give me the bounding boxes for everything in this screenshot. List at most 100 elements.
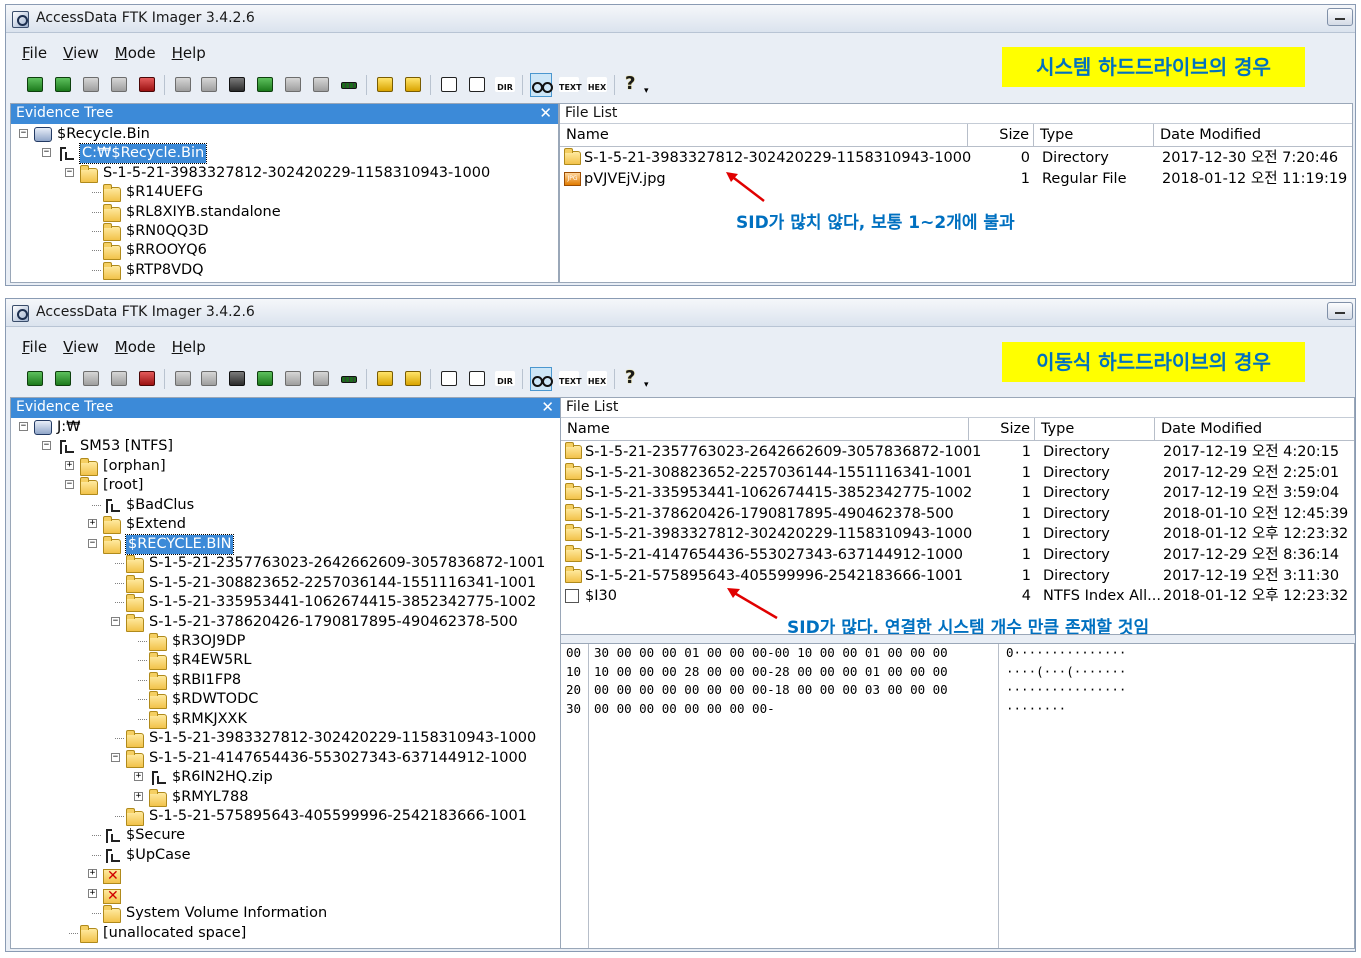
column-type[interactable]: Type: [1035, 418, 1155, 441]
expand-icon[interactable]: +: [88, 888, 97, 898]
add-evidence-icon[interactable]: [24, 367, 46, 391]
close-icon[interactable]: ✕: [541, 398, 554, 417]
auto-view-icon[interactable]: [530, 73, 553, 97]
tree-node[interactable]: S-1-5-21-575895643-405599996-2542183666-…: [11, 807, 560, 826]
tree-node[interactable]: S-1-5-21-3983327812-302420229-1158310943…: [11, 729, 560, 749]
menu-help[interactable]: Help: [164, 43, 214, 65]
column-name[interactable]: Name: [560, 124, 968, 147]
tree-node[interactable]: $RBI1FP8: [11, 671, 560, 690]
tree-node[interactable]: $R3OJ9DP: [11, 632, 560, 651]
chevron-down-icon[interactable]: ▾: [644, 381, 652, 390]
tree-node[interactable]: $R4EW5RL: [11, 651, 560, 671]
tree-node-label[interactable]: $RDWTODC: [172, 690, 258, 709]
directory-icon[interactable]: DIR: [494, 367, 516, 391]
hex-viewer-panel[interactable]: 00 10 20 30 30 00 00 00 01 00 00 00-00 10 0…: [560, 643, 1355, 949]
tree-node-label[interactable]: $R3OJ9DP: [172, 632, 245, 651]
menu-mode[interactable]: Mode: [107, 337, 164, 359]
detect-encryption-icon[interactable]: [402, 367, 424, 391]
file-list-row[interactable]: S-1-5-21-575895643-405599996-2542183666-…: [561, 565, 1354, 587]
file-list-row[interactable]: S-1-5-21-2357763023-2642662609-305783687…: [561, 442, 1354, 463]
unmount-icon[interactable]: [108, 367, 130, 391]
file-list-row[interactable]: JPG pVJVEjV.jpg 1 Regular File 2018-01-12 오전…: [560, 169, 1352, 190]
tree-node-label[interactable]: S-1-5-21-378620426-1790817895-490462378-…: [149, 613, 518, 632]
file-list-row[interactable]: S-1-5-21-4147654436-553027343-637144912-…: [561, 545, 1354, 566]
tree-node-label[interactable]: SM53 [NTFS]: [80, 437, 173, 456]
menu-view[interactable]: View: [55, 337, 107, 359]
image-mounting-icon[interactable]: [80, 73, 102, 97]
tree-node-label[interactable]: $Secure: [126, 826, 185, 845]
export-files-icon[interactable]: [226, 367, 248, 391]
minimize-button[interactable]: [1327, 302, 1353, 320]
menu-view[interactable]: View: [55, 43, 107, 65]
tree-node[interactable]: − J:₩: [11, 418, 560, 437]
tree-node[interactable]: − S-1-5-21-3983327812-302420229-115831094…: [11, 164, 558, 183]
tree-node[interactable]: − $RECYCLE.BIN: [11, 533, 560, 555]
tree-node-label[interactable]: [unallocated space]: [103, 924, 246, 943]
tree-node[interactable]: + $RMYL788: [11, 788, 560, 807]
tree-node-label[interactable]: $Recycle.Bin: [57, 125, 150, 144]
obtain-protected-files-icon[interactable]: [374, 367, 396, 391]
collapse-icon[interactable]: −: [65, 480, 74, 490]
collapse-icon[interactable]: −: [88, 538, 97, 548]
tree-node[interactable]: $RTP8VDQ: [11, 261, 558, 280]
collapse-icon[interactable]: −: [111, 752, 120, 762]
tree-node-label[interactable]: C:₩$Recycle.Bin: [78, 143, 208, 165]
tree-node-label[interactable]: $RMYL788: [172, 788, 248, 807]
tree-node-label[interactable]: [orphan]: [103, 457, 166, 476]
directory-icon[interactable]: DIR: [494, 73, 516, 97]
export-directory-listing-icon[interactable]: [466, 367, 488, 391]
tree-node-label[interactable]: $RTP8VDQ: [126, 261, 204, 280]
tree-node[interactable]: $RDWTODC: [11, 690, 560, 710]
column-date-modified[interactable]: Date Modified: [1154, 124, 1352, 147]
tree-node[interactable]: S-1-5-21-335953441-1062674415-3852342775…: [11, 593, 560, 613]
tree-node[interactable]: $RROOYQ6: [11, 241, 558, 261]
tree-node-label[interactable]: $Extend: [126, 515, 186, 534]
export-file-hash-icon[interactable]: [254, 367, 276, 391]
tree-node-label[interactable]: $BadClus: [126, 496, 194, 515]
tree-node-label[interactable]: $UpCase: [126, 846, 191, 865]
create-disk-image-icon[interactable]: [172, 367, 194, 391]
help-icon[interactable]: ?: [620, 367, 642, 391]
export-disk-image-icon[interactable]: [198, 73, 220, 97]
tree-node[interactable]: − C:₩$Recycle.Bin: [11, 143, 558, 165]
tree-node-label[interactable]: $R14UEFG: [126, 183, 203, 202]
tree-node[interactable]: [unallocated space]: [11, 924, 560, 943]
collapse-icon[interactable]: −: [19, 129, 28, 138]
auto-view-icon[interactable]: [530, 367, 553, 391]
collapse-icon[interactable]: −: [42, 148, 51, 158]
tree-node-label[interactable]: S-1-5-21-335953441-1062674415-3852342775…: [149, 593, 536, 612]
capture-memory-icon[interactable]: [338, 73, 360, 97]
collapse-icon[interactable]: −: [42, 441, 51, 451]
tree-node-label[interactable]: S-1-5-21-308823652-2257036144-1551116341…: [149, 574, 536, 593]
tree-node[interactable]: $BadClus: [11, 496, 560, 515]
tree-node-label[interactable]: $RROOYQ6: [126, 241, 207, 260]
detect-encryption-icon[interactable]: [402, 73, 424, 97]
new-document-icon[interactable]: [438, 367, 460, 391]
tree-node[interactable]: S-1-5-21-308823652-2257036144-1551116341…: [11, 574, 560, 593]
tree-node[interactable]: +: [11, 865, 560, 886]
tree-node-label[interactable]: S-1-5-21-4147654436-553027343-637144912-…: [149, 749, 527, 768]
tree-node[interactable]: $UpCase: [11, 846, 560, 865]
expand-icon[interactable]: +: [65, 460, 74, 470]
menu-help[interactable]: Help: [164, 337, 214, 359]
export-disk-image-icon[interactable]: [198, 367, 220, 391]
column-size[interactable]: Size: [969, 418, 1035, 441]
tree-node[interactable]: $RN0QQ3D: [11, 222, 558, 241]
tree-node[interactable]: $RL8XIYB.standalone: [11, 203, 558, 222]
tree-node[interactable]: − SM53 [NTFS]: [11, 437, 560, 456]
tree-node-label[interactable]: [root]: [103, 476, 143, 495]
column-size[interactable]: Size: [968, 124, 1034, 147]
add-all-evidence-icon[interactable]: [52, 367, 74, 391]
export-directory-listing-icon[interactable]: [466, 73, 488, 97]
expand-icon[interactable]: +: [88, 519, 97, 529]
hex-view-icon[interactable]: HEX: [586, 367, 608, 391]
tree-node-label[interactable]: $R6IN2HQ.zip: [172, 768, 273, 787]
minimize-button[interactable]: [1327, 8, 1353, 26]
text-view-icon[interactable]: TEXT: [558, 73, 582, 97]
collapse-icon[interactable]: −: [65, 167, 74, 177]
tree-node[interactable]: +: [11, 885, 560, 906]
close-icon[interactable]: ✕: [539, 104, 552, 123]
image-mounting-icon[interactable]: [80, 367, 102, 391]
tree-node[interactable]: − S-1-5-21-4147654436-553027343-637144912…: [11, 749, 560, 768]
expand-icon[interactable]: +: [134, 772, 143, 782]
